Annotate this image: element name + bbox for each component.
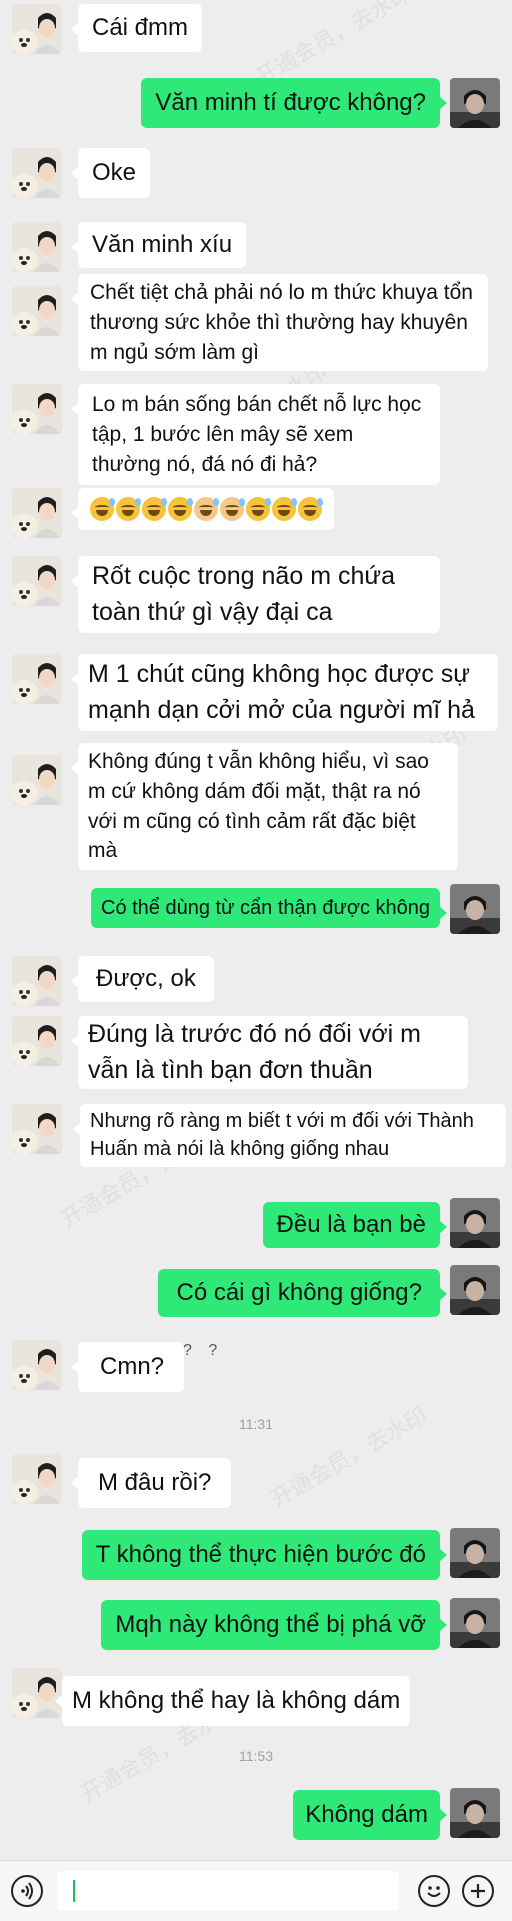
sweat-smile-emoji-icon xyxy=(246,497,271,521)
outgoing-message[interactable]: Văn minh tí được không? xyxy=(141,78,447,129)
message-input[interactable] xyxy=(57,1871,399,1911)
outgoing-message[interactable]: Mqh này không thể bị phá vỡ xyxy=(101,1600,447,1651)
self-avatar[interactable] xyxy=(450,884,500,934)
contact-avatar[interactable] xyxy=(12,654,62,704)
contact-avatar[interactable] xyxy=(12,956,62,1006)
self-avatar[interactable] xyxy=(450,1788,500,1838)
question-marks: ? ? xyxy=(183,1342,224,1359)
contact-avatar[interactable] xyxy=(12,488,62,538)
incoming-message[interactable]: Không đúng t vẫn không hiểu, vì sao m cứ… xyxy=(71,743,458,871)
sweat-smile-emoji-icon xyxy=(142,497,167,521)
self-avatar[interactable] xyxy=(450,1528,500,1578)
incoming-message[interactable]: Cmn? xyxy=(70,1342,185,1393)
incoming-message[interactable]: Chết tiệt chả phải nó lo m thức khuya tổ… xyxy=(71,274,488,372)
contact-avatar[interactable] xyxy=(12,1668,62,1718)
outgoing-message[interactable]: Có cái gì không giống? xyxy=(158,1269,447,1318)
sweat-smile-emoji-icon xyxy=(90,497,115,521)
sweat-smile-emoji-icon xyxy=(168,497,193,521)
self-avatar[interactable] xyxy=(450,1598,500,1648)
outgoing-message[interactable]: Đều là bạn bè xyxy=(262,1202,448,1249)
outgoing-message[interactable]: Có thể dùng từ cẩn thận được không xyxy=(91,888,447,929)
contact-avatar[interactable] xyxy=(12,1104,62,1154)
outgoing-message[interactable]: Không dám xyxy=(293,1790,447,1841)
incoming-message[interactable]: Rốt cuộc trong não m chứa toàn thứ gì vậ… xyxy=(71,556,440,633)
chat-input-bar xyxy=(0,1860,512,1921)
incoming-message[interactable]: Đúng là trước đó nó đối với m vẫn là tìn… xyxy=(71,1016,468,1089)
incoming-message[interactable]: Nhưng rõ ràng m biết t với m đối với Thà… xyxy=(73,1104,506,1167)
outgoing-message[interactable]: T không thể thực hiện bước đó xyxy=(81,1530,448,1581)
timestamp: 11:31 xyxy=(239,1416,273,1432)
emoji-row xyxy=(90,497,323,521)
contact-avatar[interactable] xyxy=(12,1454,62,1504)
contact-avatar[interactable] xyxy=(12,4,62,54)
emoji-icon[interactable] xyxy=(418,1875,450,1907)
incoming-message[interactable]: M đâu rồi? xyxy=(70,1458,232,1509)
sweat-smile-emoji-icon xyxy=(220,497,245,521)
sweat-smile-emoji-icon xyxy=(194,497,219,521)
contact-avatar[interactable] xyxy=(12,286,62,336)
sweat-smile-emoji-icon xyxy=(272,497,297,521)
incoming-emoji-message[interactable] xyxy=(71,488,334,530)
plus-icon[interactable] xyxy=(462,1875,494,1907)
incoming-message[interactable]: Văn minh xíu xyxy=(70,222,247,269)
voice-icon[interactable] xyxy=(11,1875,43,1907)
incoming-message[interactable]: Lo m bán sống bán chết nỗ lực học tập, 1… xyxy=(71,384,440,486)
self-avatar[interactable] xyxy=(450,1265,500,1315)
contact-avatar[interactable] xyxy=(12,1016,62,1066)
contact-avatar[interactable] xyxy=(12,222,62,272)
contact-avatar[interactable] xyxy=(12,755,62,805)
incoming-message[interactable]: Cái đmm xyxy=(70,4,203,53)
contact-avatar[interactable] xyxy=(12,148,62,198)
incoming-message[interactable]: M 1 chút cũng không học được sự mạnh dạn… xyxy=(71,654,498,731)
incoming-message[interactable]: Oke xyxy=(70,148,151,199)
contact-avatar[interactable] xyxy=(12,384,62,434)
contact-avatar[interactable] xyxy=(12,1340,62,1390)
sweat-smile-emoji-icon xyxy=(298,497,323,521)
contact-avatar[interactable] xyxy=(12,556,62,606)
self-avatar[interactable] xyxy=(450,1198,500,1248)
timestamp: 11:53 xyxy=(239,1748,273,1764)
self-avatar[interactable] xyxy=(450,78,500,128)
sweat-smile-emoji-icon xyxy=(116,497,141,521)
incoming-message[interactable]: M không thể hay là không dám xyxy=(54,1676,411,1727)
text-cursor xyxy=(73,1880,75,1902)
incoming-message[interactable]: Được, ok xyxy=(71,956,214,1003)
